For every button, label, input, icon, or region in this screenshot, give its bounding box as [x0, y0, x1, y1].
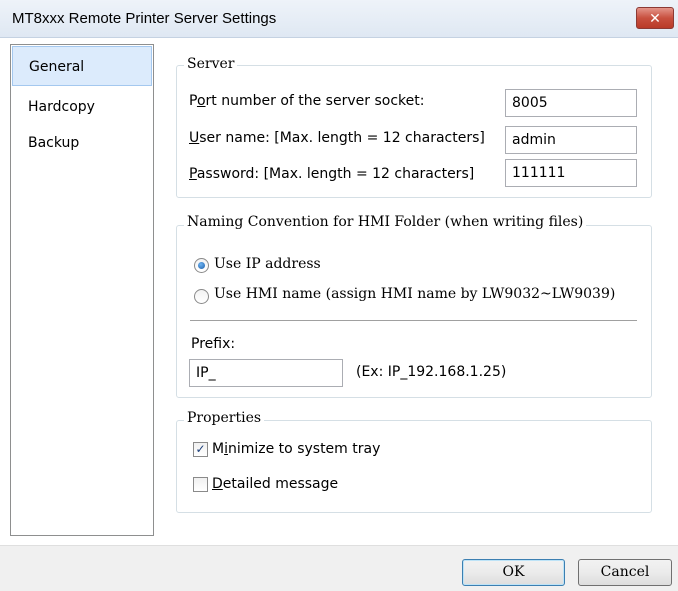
checkmark-icon: ✓	[195, 442, 206, 456]
dialog-footer: OK Cancel	[0, 545, 678, 591]
nav-item-label: General	[29, 59, 85, 75]
minimize-to-tray-label: Minimize to system tray	[212, 441, 381, 457]
nav-item-hardcopy[interactable]: Hardcopy	[12, 87, 152, 127]
title-bar: MT8xxx Remote Printer Server Settings ✕	[0, 0, 678, 38]
cancel-button[interactable]: Cancel	[578, 559, 672, 586]
properties-group-title: Properties	[184, 410, 265, 426]
naming-separator	[190, 320, 637, 321]
prefix-example: (Ex: IP_192.168.1.25)	[356, 364, 507, 380]
use-ip-label: Use IP address	[214, 256, 321, 272]
detailed-message-label: Detailed message	[212, 476, 339, 492]
port-input[interactable]: 8005	[505, 89, 637, 117]
username-input[interactable]: admin	[505, 126, 637, 154]
nav-item-label: Hardcopy	[28, 99, 95, 115]
port-label: Port number of the server socket:	[189, 93, 425, 109]
server-group-title: Server	[184, 56, 238, 72]
window-title: MT8xxx Remote Printer Server Settings	[12, 10, 277, 27]
category-list: General Hardcopy Backup	[10, 44, 154, 536]
nav-item-backup[interactable]: Backup	[12, 123, 152, 163]
close-icon: ✕	[649, 10, 661, 26]
use-ip-radio[interactable]	[194, 258, 209, 273]
username-label: User name: [Max. length = 12 characters]	[189, 130, 485, 146]
properties-group	[176, 420, 652, 513]
close-button[interactable]: ✕	[636, 7, 674, 29]
prefix-input[interactable]: IP_	[189, 359, 343, 387]
nav-item-label: Backup	[28, 135, 80, 151]
detailed-message-checkbox[interactable]	[193, 477, 208, 492]
nav-item-general[interactable]: General	[12, 46, 152, 86]
naming-group-title: Naming Convention for HMI Folder (when w…	[184, 214, 587, 230]
use-hmi-name-label: Use HMI name (assign HMI name by LW9032~…	[214, 286, 616, 302]
prefix-label: Prefix:	[191, 336, 236, 352]
ok-button[interactable]: OK	[462, 559, 565, 586]
use-hmi-name-radio[interactable]	[194, 289, 209, 304]
password-input[interactable]: 111111	[505, 159, 637, 187]
minimize-to-tray-checkbox[interactable]: ✓	[193, 442, 208, 457]
password-label: Password: [Max. length = 12 characters]	[189, 166, 475, 182]
settings-dialog: MT8xxx Remote Printer Server Settings ✕ …	[0, 0, 678, 591]
